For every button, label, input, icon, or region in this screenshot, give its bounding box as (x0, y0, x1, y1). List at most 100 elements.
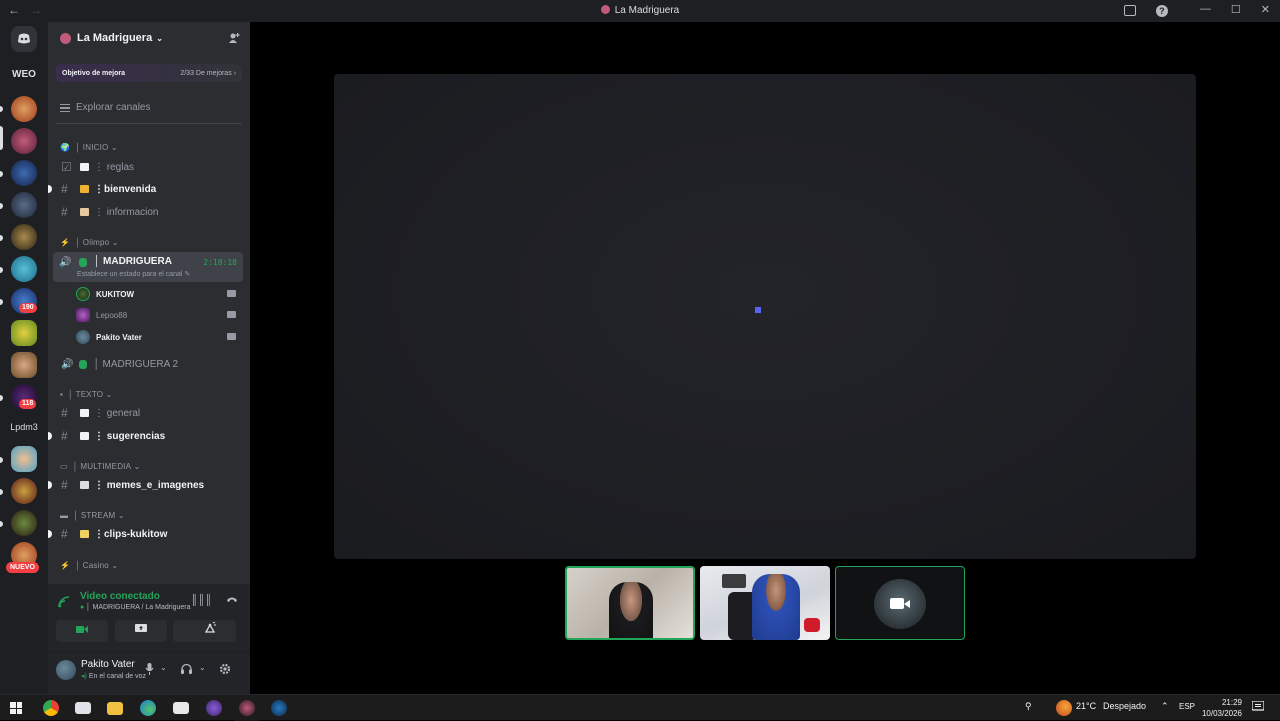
connection-channel[interactable]: ● │ MADRIGUERA / La Madriguera (80, 604, 191, 611)
unread-pip (48, 530, 52, 538)
inbox-icon[interactable] (1123, 5, 1136, 16)
mention-badge: 190 (19, 303, 37, 313)
connection-status[interactable]: Video conectado (80, 591, 160, 602)
category-casino[interactable]: ⚡ │ Casino ⌄ (60, 561, 118, 570)
voice-member[interactable]: Lepoo88 (76, 305, 242, 325)
mail-icon[interactable] (75, 702, 91, 714)
channel-informacion[interactable]: # ⋮ informacion (56, 202, 244, 222)
weather-desc[interactable]: Despejado (1103, 701, 1146, 711)
lightning-icon: ⚡ (60, 561, 71, 570)
server-icon[interactable] (11, 192, 37, 218)
avatar[interactable] (56, 660, 76, 680)
voice-member[interactable]: Pakito Vater (76, 327, 242, 347)
server-icon[interactable] (11, 446, 37, 472)
channel-sugerencias[interactable]: # ⋮ sugerencias (56, 426, 244, 446)
soundboard-button[interactable] (184, 620, 236, 642)
time: 21:29 (1221, 698, 1242, 707)
server-icon[interactable] (11, 510, 37, 536)
new-badge: NUEVO (6, 562, 39, 573)
close-button[interactable]: ✕ (1261, 3, 1270, 17)
server-weo[interactable]: WEO (0, 69, 48, 80)
category-stream[interactable]: ▬ │ STREAM ⌄ (60, 511, 125, 520)
discord-home-icon[interactable] (11, 26, 37, 52)
chevron-down-icon[interactable]: ⌄ (199, 663, 206, 672)
maximize-button[interactable]: ☐ (1231, 3, 1241, 17)
server-icon[interactable] (11, 224, 37, 250)
hangup-icon[interactable] (226, 595, 238, 606)
taskbar: ⚲ 21°C Despejado ⌃ ESP 21:29 10/03/2026 (0, 694, 1280, 721)
channel-name: ⋮ general (94, 407, 141, 419)
video-tile[interactable] (835, 566, 965, 640)
chevron-down-icon[interactable]: ⌄ (160, 663, 167, 672)
server-la-madriguera[interactable] (11, 128, 37, 154)
signal-icon[interactable] (58, 596, 70, 611)
server-list: WEO 190 118 Lpdm3 NUEVO (0, 22, 48, 694)
steam-icon[interactable] (271, 700, 287, 716)
server-icon[interactable] (11, 256, 37, 282)
server-header[interactable]: La Madriguera ⌄ (48, 22, 250, 54)
server-icon[interactable] (11, 478, 37, 504)
language-indicator[interactable]: ESP (1179, 702, 1195, 711)
lightning-icon: ⚡ (60, 238, 71, 247)
voice-channel-madriguera[interactable]: 🔊 │ MADRIGUERA 2:18:18 Establece un esta… (53, 252, 243, 282)
server-icon[interactable] (11, 96, 37, 122)
noise-suppression-icon[interactable]: ║║║ (191, 595, 212, 606)
channel-reglas[interactable]: ☑ ⋮ reglas (56, 157, 244, 177)
category-olimpo[interactable]: ⚡ │ Olimpo ⌄ (60, 238, 119, 247)
screen-share-button[interactable] (115, 620, 167, 642)
store-icon[interactable] (173, 702, 189, 714)
server-icon[interactable] (11, 320, 37, 346)
channel-general[interactable]: # ⋮ general (56, 403, 244, 423)
category-multimedia[interactable]: ▭ │ MULTIMEDIA ⌄ (60, 462, 140, 471)
unread-pip (48, 432, 52, 440)
title-bar: ← → La Madriguera ? — ☐ ✕ (0, 0, 1280, 22)
channel-name: ⋮clips-kukitow (94, 528, 168, 540)
tray-chevron-icon[interactable]: ⌃ (1161, 701, 1169, 712)
user-status: ◂) En el canal de voz (81, 673, 147, 680)
focused-video-tile[interactable] (334, 74, 1196, 559)
weather-temp[interactable]: 21°C (1076, 701, 1096, 711)
app-icon[interactable] (206, 700, 222, 716)
notification-icon[interactable] (1251, 700, 1265, 714)
minimize-button[interactable]: — (1200, 3, 1211, 17)
unread-pip (48, 185, 52, 193)
channel-clips[interactable]: # ⋮clips-kukitow (56, 524, 244, 544)
clock[interactable]: 21:29 10/03/2026 (1202, 697, 1242, 719)
voice-channel-name: │ MADRIGUERA 2 (93, 358, 179, 370)
edge-icon[interactable] (140, 700, 156, 716)
channel-memes[interactable]: # ⋮ memes_e_imagenes (56, 475, 244, 495)
channel-sidebar: La Madriguera ⌄ Objetivo de mejora 2/33 … (48, 22, 250, 694)
accessibility-icon[interactable]: ⚲ (1025, 701, 1032, 712)
folder-icon[interactable] (107, 702, 123, 715)
server-icon (600, 5, 610, 14)
user-name[interactable]: Pakito Vater (81, 659, 135, 670)
category-inicio[interactable]: 🌍 │ INICIO ⌄ (60, 143, 118, 152)
video-tile[interactable] (700, 566, 830, 640)
server-lpdm3[interactable]: Lpdm3 (0, 422, 48, 432)
channel-name: ⋮ sugerencias (94, 430, 166, 442)
headphones-icon[interactable] (181, 663, 192, 677)
chrome-icon[interactable] (43, 700, 59, 716)
boost-goal-banner[interactable]: Objetivo de mejora 2/33 De mejoras › (56, 64, 242, 82)
voice-member[interactable]: KUKITOW (76, 284, 242, 304)
shield-icon (79, 258, 87, 267)
mic-icon[interactable] (145, 663, 154, 678)
video-tile[interactable] (565, 566, 695, 640)
windows-start-icon[interactable] (10, 702, 22, 714)
help-icon[interactable]: ? (1155, 5, 1168, 17)
voice-channel-madriguera-2[interactable]: 🔊 │ MADRIGUERA 2 (56, 354, 244, 374)
add-user-icon[interactable] (228, 32, 240, 47)
hash-icon: # (61, 478, 68, 492)
gear-icon[interactable] (219, 663, 231, 678)
browse-channels[interactable]: Explorar canales (60, 102, 150, 113)
server-icon[interactable] (11, 352, 37, 378)
channel-bienvenida[interactable]: # ⋮bienvenida (56, 179, 244, 199)
server-icon[interactable] (11, 160, 37, 186)
soundboard-icon (204, 621, 216, 633)
discord-app-icon[interactable] (233, 695, 261, 721)
category-texto[interactable]: ▪ │ TEXTO ⌄ (60, 390, 113, 399)
list-icon (60, 103, 70, 112)
channel-status[interactable]: Establece un estado para el canal ✎ (77, 270, 190, 278)
window-title-text: La Madriguera (614, 5, 680, 16)
camera-button[interactable] (56, 620, 108, 642)
